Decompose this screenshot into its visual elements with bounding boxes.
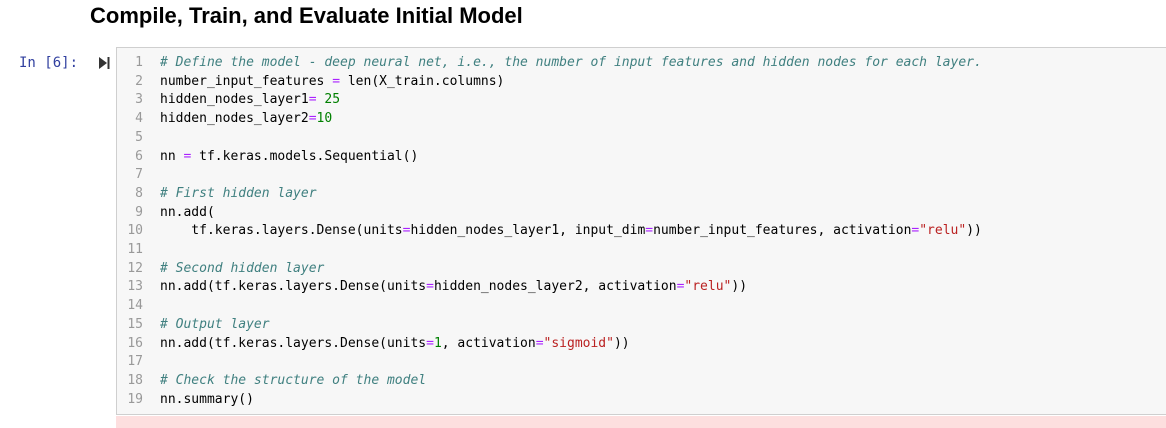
code-token: tf.keras.layers.Dense(units — [160, 223, 403, 239]
code-token: hidden_nodes_layer1, input_dim — [410, 223, 646, 239]
code-token: 10 — [316, 111, 333, 127]
code-token: = — [426, 335, 434, 351]
section-heading: Compile, Train, and Evaluate Initial Mod… — [90, 3, 523, 28]
code-token: len(X_train.columns) — [340, 73, 505, 89]
code-line[interactable]: # First hidden layer — [160, 185, 317, 204]
code-token: = — [332, 73, 341, 89]
code-token: = — [308, 111, 317, 127]
code-token: = — [426, 279, 434, 295]
code-token: = — [308, 92, 317, 108]
code-line[interactable]: nn.summary() — [160, 391, 254, 410]
cell-prompt: In [6]: — [19, 55, 79, 71]
line-number: 15 — [127, 316, 143, 332]
code-token: # Define the model - deep neural net, i.… — [160, 55, 982, 70]
code-token: # First hidden layer — [160, 185, 317, 201]
code-token: , activation — [441, 335, 536, 351]
code-token: 25 — [324, 92, 341, 108]
code-token: )) — [731, 279, 748, 295]
line-number: 13 — [127, 279, 143, 295]
code-line[interactable]: # Check the structure of the model — [160, 372, 426, 391]
code-token: "relu" — [684, 279, 732, 295]
code-token: nn.summary() — [160, 391, 254, 407]
line-number: 3 — [135, 92, 143, 108]
code-line[interactable]: nn.add(tf.keras.layers.Dense(units=hidde… — [160, 278, 747, 297]
code-token: # Second hidden layer — [160, 260, 325, 276]
line-number: 6 — [135, 148, 143, 164]
code-line[interactable]: nn.add(tf.keras.layers.Dense(units=1, ac… — [160, 335, 630, 354]
code-token: )) — [966, 223, 982, 239]
line-number: 5 — [135, 129, 143, 145]
code-token: )) — [613, 335, 630, 351]
code-token: hidden_nodes_layer1 — [160, 92, 309, 108]
code-line[interactable]: hidden_nodes_layer2=10 — [160, 110, 332, 129]
code-line[interactable]: # Output layer — [160, 316, 270, 335]
code-token: number_input_features, activation — [653, 223, 912, 239]
code-line[interactable]: # Second hidden layer — [160, 260, 324, 279]
step-forward-icon[interactable] — [97, 56, 111, 70]
code-line[interactable]: hidden_nodes_layer1= 25 — [160, 91, 340, 110]
code-token: nn.add(tf.keras.layers.Dense(units — [160, 279, 427, 295]
code-line[interactable]: nn = tf.keras.models.Sequential() — [160, 148, 418, 167]
line-number: 8 — [135, 185, 143, 201]
code-token: nn — [160, 148, 184, 164]
code-line[interactable]: # Define the model - deep neural net, i.… — [160, 54, 982, 73]
code-line[interactable]: nn.add( — [160, 204, 215, 223]
output-area — [116, 416, 1166, 428]
code-token: # Check the structure of the model — [160, 372, 427, 388]
line-number: 2 — [135, 73, 143, 89]
line-number: 10 — [127, 223, 143, 239]
code-token: tf.keras.models.Sequential() — [191, 148, 419, 164]
code-token: hidden_nodes_layer2 — [160, 111, 309, 127]
code-token: hidden_nodes_layer2, activation — [433, 279, 677, 295]
code-token: "sigmoid" — [543, 335, 614, 351]
code-cell[interactable]: 1 # Define the model - deep neural net, i… — [116, 47, 1166, 415]
line-number: 16 — [127, 335, 143, 351]
code-token: = — [535, 335, 544, 351]
code-token: nn.add( — [160, 204, 215, 220]
line-number: 19 — [127, 391, 143, 407]
line-number: 18 — [127, 372, 143, 388]
line-number: 17 — [127, 354, 143, 370]
code-token: = — [645, 223, 654, 239]
code-line[interactable]: number_input_features = len(X_train.colu… — [160, 73, 504, 92]
line-number: 1 — [135, 55, 143, 70]
line-number: 11 — [127, 242, 143, 257]
code-token: number_input_features — [160, 73, 333, 89]
line-number: 7 — [135, 167, 143, 183]
code-token: 1 — [433, 335, 442, 351]
code-token: "relu" — [919, 223, 967, 239]
line-number: 4 — [135, 111, 143, 127]
code-token: nn.add(tf.keras.layers.Dense(units — [160, 335, 427, 351]
line-number: 12 — [127, 260, 143, 276]
line-number: 9 — [135, 204, 143, 220]
line-number: 14 — [127, 298, 143, 314]
code-line[interactable]: tf.keras.layers.Dense(units =hidden_nodes… — [160, 222, 982, 241]
code-token: # Output layer — [160, 316, 270, 332]
